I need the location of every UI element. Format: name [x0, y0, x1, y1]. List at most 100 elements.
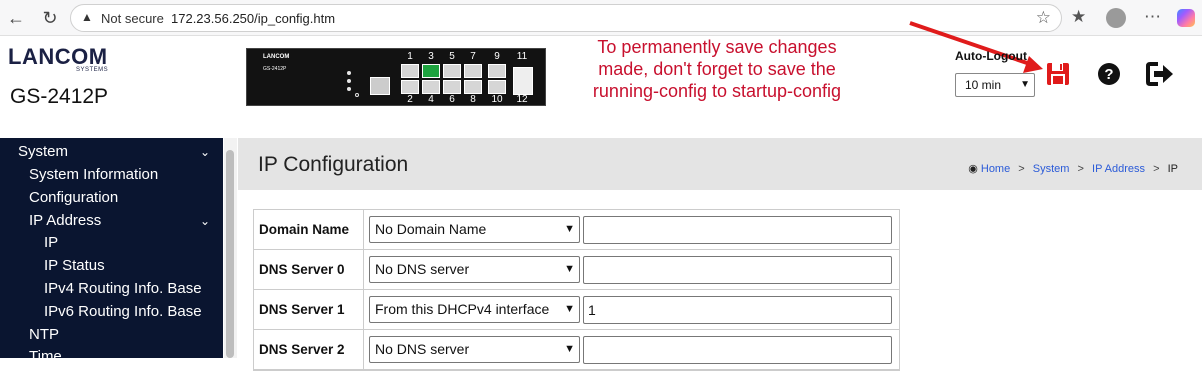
auto-logout-select[interactable]: 10 min ▼ [955, 73, 1035, 97]
sidebar-item-ip[interactable]: IP [44, 234, 58, 251]
chevron-down-icon: ▼ [564, 303, 575, 315]
help-icon[interactable]: ? [1097, 62, 1121, 86]
profile-avatar[interactable] [1106, 8, 1126, 28]
breadcrumb-ip-address[interactable]: IP Address [1092, 163, 1145, 175]
dashboard-icon: ◉ [968, 163, 978, 175]
sidebar-item-system[interactable]: System [18, 143, 68, 160]
sidebar-item-ipv6-rib[interactable]: IPv6 Routing Info. Base [44, 303, 202, 320]
port-label: 1 [407, 51, 413, 62]
dns-server-2-select[interactable]: No DNS server ▼ [369, 336, 580, 363]
content-header: IP Configuration ◉ Home > System > IP Ad… [238, 138, 1202, 190]
breadcrumb-current: IP [1167, 163, 1178, 175]
not-secure-label: Not secure [101, 11, 164, 26]
device-model: GS-2412P [10, 85, 109, 108]
form-row-dns-server-0: DNS Server 0 No DNS server ▼ [254, 250, 899, 290]
dns-server-1-input[interactable]: 1 [583, 296, 892, 324]
port-label: 2 [407, 94, 413, 105]
row-label: DNS Server 2 [254, 330, 364, 370]
breadcrumb-system[interactable]: System [1033, 163, 1070, 175]
page-title: IP Configuration [258, 153, 409, 176]
row-label: Domain Name [254, 210, 364, 250]
switch-panel-image: LANCOM GS-2412P 1 3 5 7 9 11 2 4 6 8 10 … [246, 48, 546, 106]
warning-icon: ▲ [81, 10, 93, 24]
port-6[interactable] [443, 80, 461, 94]
sidebar-item-configuration[interactable]: Configuration [29, 189, 118, 206]
select-value: From this DHCPv4 interface [375, 301, 550, 317]
dns-server-2-input[interactable] [583, 336, 892, 364]
reset-button-icon [355, 93, 359, 97]
sidebar-item-ip-status[interactable]: IP Status [44, 257, 105, 274]
dns-server-1-select[interactable]: From this DHCPv4 interface ▼ [369, 296, 580, 323]
domain-name-select[interactable]: No Domain Name ▼ [369, 216, 580, 243]
port-2[interactable] [401, 80, 419, 94]
port-3[interactable] [422, 64, 440, 78]
sidebar-item-time[interactable]: Time [29, 348, 62, 365]
row-label: DNS Server 1 [254, 290, 364, 330]
chevron-down-icon: ▼ [564, 343, 575, 355]
red-arrow-icon [909, 21, 1043, 73]
port-label: 12 [516, 94, 528, 105]
port-10[interactable] [488, 80, 506, 94]
sidebar-item-ntp[interactable]: NTP [29, 326, 59, 343]
sidebar-item-system-information[interactable]: System Information [29, 166, 158, 183]
form-row-dns-server-1: DNS Server 1 From this DHCPv4 interface … [254, 290, 899, 330]
auto-logout-value: 10 min [965, 78, 1002, 92]
port-label: 4 [428, 94, 434, 105]
chevron-down-icon: ▼ [564, 263, 575, 275]
port-1[interactable] [401, 64, 419, 78]
form-row-dns-server-2: DNS Server 2 No DNS server ▼ [254, 330, 899, 370]
sidebar-item-ip-address[interactable]: IP Address [29, 212, 101, 229]
logout-icon[interactable] [1146, 62, 1174, 86]
switch-model: GS-2412P [263, 66, 287, 72]
save-icon[interactable] [1046, 62, 1072, 86]
dns-server-0-input[interactable] [583, 256, 892, 284]
port-label: 6 [449, 94, 455, 105]
port-label: 8 [470, 94, 476, 105]
port-label: 5 [449, 51, 455, 62]
form-row-domain-name: Domain Name No Domain Name ▼ [254, 210, 899, 250]
port-label: 11 [516, 51, 528, 62]
status-led [347, 79, 351, 83]
sfp-port[interactable] [513, 67, 533, 95]
more-menu-icon[interactable]: ⋯ [1144, 7, 1161, 27]
port-4[interactable] [422, 80, 440, 94]
status-led [347, 71, 351, 75]
svg-text:?: ? [1104, 66, 1113, 83]
copilot-icon[interactable] [1177, 9, 1195, 27]
dns-server-0-select[interactable]: No DNS server ▼ [369, 256, 580, 283]
chevron-down-icon[interactable]: ⌄ [200, 145, 210, 159]
port-8[interactable] [464, 80, 482, 94]
chevron-down-icon: ▼ [1020, 79, 1030, 90]
port-7[interactable] [464, 64, 482, 78]
breadcrumb-separator: > [1077, 163, 1084, 175]
sidebar-nav: System ⌄ System Information Configuratio… [0, 138, 223, 365]
port-label: 3 [428, 51, 434, 62]
port-label: 7 [470, 51, 476, 62]
sidebar-item-ipv4-rib[interactable]: IPv4 Routing Info. Base [44, 280, 202, 297]
breadcrumb-separator: > [1018, 163, 1025, 175]
url-text[interactable]: 172.23.56.250/ip_config.htm [171, 11, 335, 26]
auto-logout-label: Auto-Logout [955, 49, 1027, 63]
select-value: No Domain Name [375, 221, 487, 237]
breadcrumb-home[interactable]: Home [981, 163, 1010, 175]
reload-icon[interactable]: ↻ [38, 6, 62, 30]
domain-name-input[interactable] [583, 216, 892, 244]
console-port [370, 77, 390, 95]
scrollbar-thumb[interactable] [226, 150, 234, 358]
back-arrow-icon[interactable]: ← [4, 6, 28, 30]
ip-config-form: Domain Name No Domain Name ▼ DNS Server … [253, 209, 900, 371]
port-9[interactable] [488, 64, 506, 78]
select-value: No DNS server [375, 341, 470, 357]
favorites-icon[interactable]: ★ [1071, 7, 1086, 27]
chevron-down-icon[interactable]: ⌄ [200, 214, 210, 228]
save-reminder-note: To permanently save changes made, don't … [592, 37, 842, 101]
lancom-logo-sub: SYSTEMS [76, 67, 109, 73]
port-5[interactable] [443, 64, 461, 78]
status-led [347, 87, 351, 91]
breadcrumb: ◉ Home > System > IP Address > IP [968, 162, 1178, 175]
select-value: No DNS server [375, 261, 470, 277]
breadcrumb-separator: > [1153, 163, 1160, 175]
port-label: 9 [494, 51, 500, 62]
port-label: 10 [491, 94, 503, 105]
row-label: DNS Server 0 [254, 250, 364, 290]
